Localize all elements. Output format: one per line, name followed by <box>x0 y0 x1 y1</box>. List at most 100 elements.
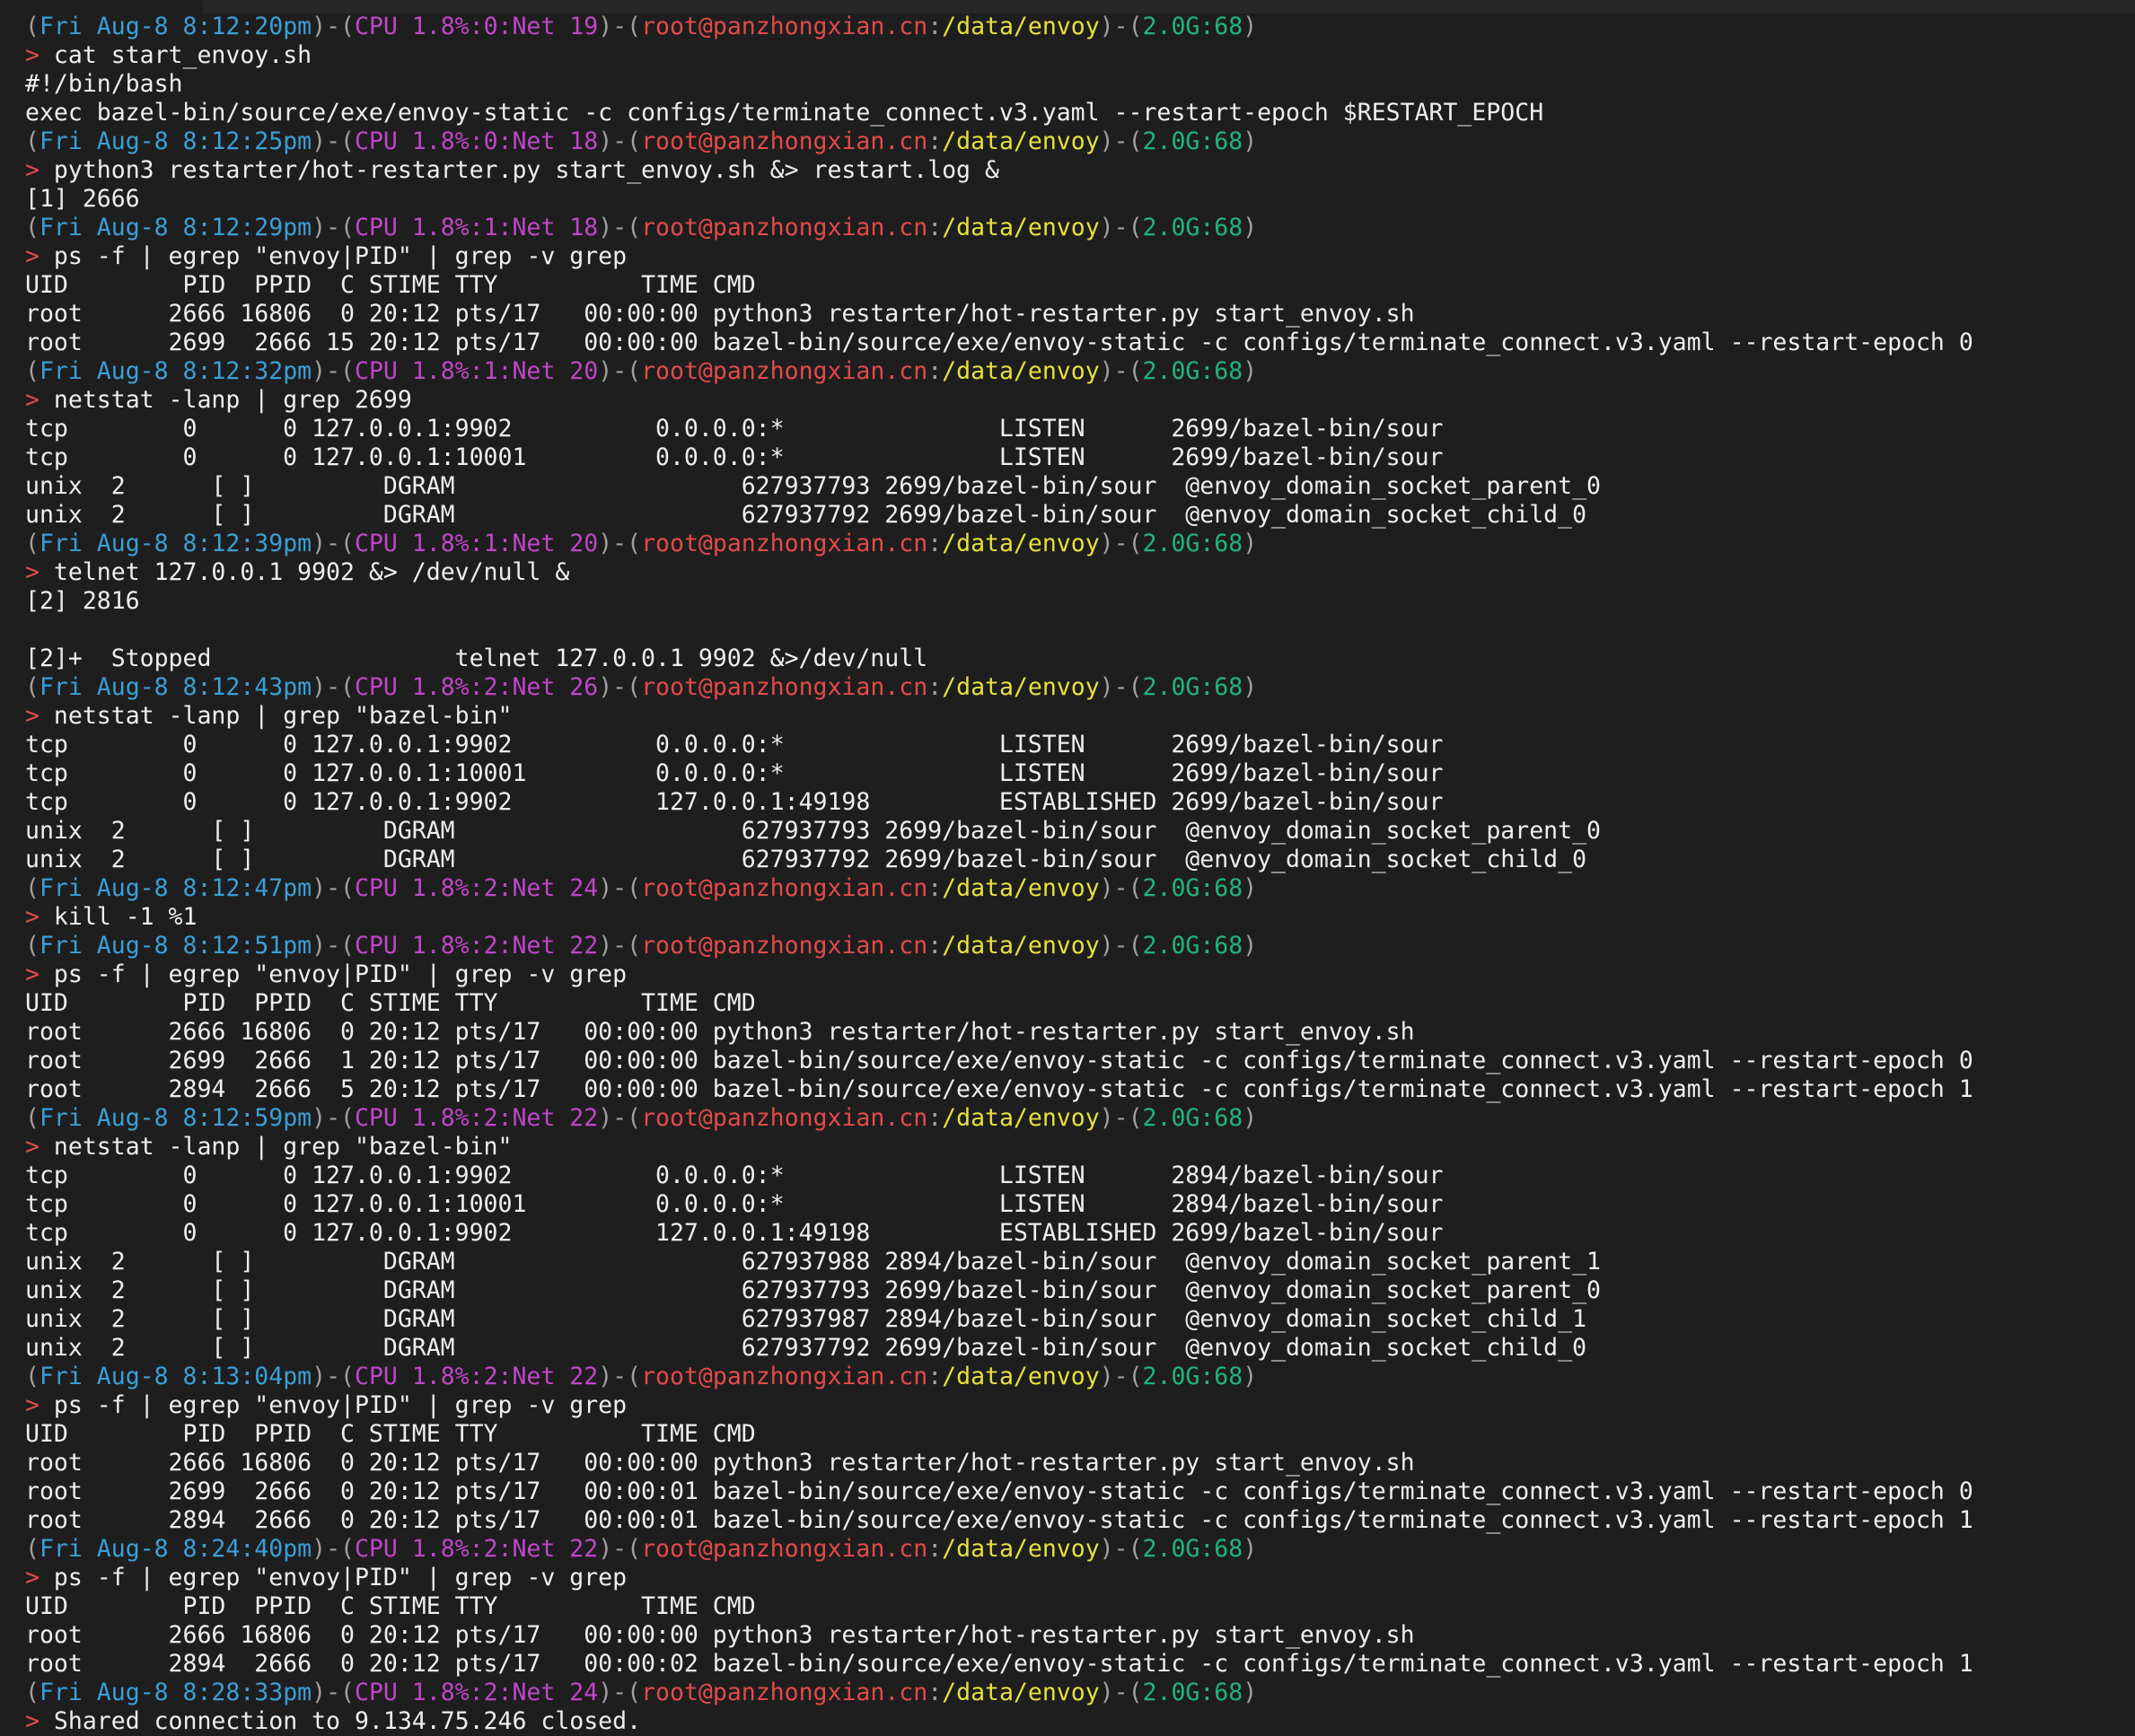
prompt-path: /data/envoy <box>942 874 1100 902</box>
prompt-paren: )-( <box>1099 1535 1143 1563</box>
command-line: > Shared connection to 9.134.75.246 clos… <box>25 1707 1973 1736</box>
output-line: unix 2 [ ] DGRAM 627937988 2894/bazel-bi… <box>25 1248 1973 1276</box>
prompt-paren: ( <box>25 673 40 701</box>
output-text: [2] 2816 <box>25 587 140 615</box>
prompt-mem: 2.0G:68 <box>1142 1679 1243 1706</box>
prompt-cpu-net: CPU 1.8%:1:Net 20 <box>354 530 599 557</box>
output-text: UID PID PPID C STIME TTY TIME CMD <box>25 271 756 299</box>
output-line: root 2666 16806 0 20:12 pts/17 00:00:00 … <box>25 1449 1973 1477</box>
prompt-paren: )-( <box>598 127 642 155</box>
output-text: tcp 0 0 127.0.0.1:10001 0.0.0.0:* LISTEN… <box>25 1190 1444 1218</box>
output-line: UID PID PPID C STIME TTY TIME CMD <box>25 1592 1973 1621</box>
prompt-paren: )-( <box>598 1535 642 1563</box>
prompt-date: Fri Aug-8 8:12:29pm <box>39 214 312 241</box>
output-line: root 2699 2666 15 20:12 pts/17 00:00:00 … <box>25 329 1973 357</box>
command-line: > ps -f | egrep "envoy|PID" | grep -v gr… <box>25 242 1973 271</box>
terminal-output[interactable]: (Fri Aug-8 8:12:20pm)-(CPU 1.8%:0:Net 19… <box>25 13 1973 1736</box>
output-line: tcp 0 0 127.0.0.1:10001 0.0.0.0:* LISTEN… <box>25 1190 1973 1219</box>
prompt-colon: : <box>927 932 943 960</box>
prompt-paren: )-( <box>312 874 355 902</box>
command-line: > ps -f | egrep "envoy|PID" | grep -v gr… <box>25 960 1973 989</box>
output-text: [2]+ Stopped telnet 127.0.0.1 9902 &>/de… <box>25 644 928 672</box>
prompt-path: /data/envoy <box>942 1535 1100 1563</box>
command-line: > cat start_envoy.sh <box>25 41 1973 70</box>
prompt-colon: : <box>927 357 943 385</box>
prompt-paren: )-( <box>1099 673 1143 701</box>
prompt-date: Fri Aug-8 8:12:20pm <box>39 13 312 40</box>
prompt-paren: ( <box>25 1104 40 1132</box>
prompt-caret: > <box>25 156 54 184</box>
output-line: unix 2 [ ] DGRAM 627937792 2699/bazel-bi… <box>25 1334 1973 1363</box>
output-line: root 2894 2666 5 20:12 pts/17 00:00:00 b… <box>25 1075 1973 1104</box>
prompt-path: /data/envoy <box>942 1679 1100 1706</box>
prompt-user-host: root@panzhongxian.cn <box>641 673 928 701</box>
prompt-line: (Fri Aug-8 8:28:33pm)-(CPU 1.8%:2:Net 24… <box>25 1679 1973 1707</box>
output-text: tcp 0 0 127.0.0.1:9902 0.0.0.0:* LISTEN … <box>25 1162 1444 1189</box>
output-text: root 2894 2666 5 20:12 pts/17 00:00:00 b… <box>25 1075 1973 1103</box>
output-line: unix 2 [ ] DGRAM 627937792 2699/bazel-bi… <box>25 501 1973 530</box>
prompt-line: (Fri Aug-8 8:12:51pm)-(CPU 1.8%:2:Net 22… <box>25 932 1973 960</box>
prompt-mem: 2.0G:68 <box>1142 357 1243 385</box>
prompt-date: Fri Aug-8 8:12:51pm <box>39 932 312 960</box>
prompt-caret: > <box>25 242 54 270</box>
prompt-paren: )-( <box>1099 1104 1143 1132</box>
prompt-paren: ) <box>1243 530 1258 557</box>
prompt-caret: > <box>25 1707 54 1735</box>
prompt-date: Fri Aug-8 8:24:40pm <box>39 1535 312 1563</box>
prompt-user-host: root@panzhongxian.cn <box>641 530 928 557</box>
prompt-caret: > <box>25 558 54 586</box>
output-text: tcp 0 0 127.0.0.1:10001 0.0.0.0:* LISTEN… <box>25 759 1444 787</box>
output-text: tcp 0 0 127.0.0.1:9902 127.0.0.1:49198 E… <box>25 788 1444 816</box>
prompt-paren: )-( <box>1099 13 1143 40</box>
prompt-mem: 2.0G:68 <box>1142 874 1243 902</box>
prompt-colon: : <box>927 13 943 40</box>
prompt-paren: )-( <box>598 874 642 902</box>
prompt-cpu-net: CPU 1.8%:2:Net 26 <box>354 673 599 701</box>
prompt-colon: : <box>927 530 943 557</box>
prompt-mem: 2.0G:68 <box>1142 214 1243 241</box>
prompt-paren: )-( <box>598 530 642 557</box>
output-text: root 2699 2666 0 20:12 pts/17 00:00:01 b… <box>25 1477 1973 1505</box>
prompt-paren: )-( <box>1099 214 1143 241</box>
prompt-user-host: root@panzhongxian.cn <box>641 1679 928 1706</box>
prompt-date: Fri Aug-8 8:12:47pm <box>39 874 312 902</box>
prompt-caret: > <box>25 960 54 988</box>
output-line: UID PID PPID C STIME TTY TIME CMD <box>25 989 1973 1018</box>
output-text: tcp 0 0 127.0.0.1:9902 0.0.0.0:* LISTEN … <box>25 731 1444 758</box>
output-text: unix 2 [ ] DGRAM 627937792 2699/bazel-bi… <box>25 846 1587 873</box>
prompt-paren: )-( <box>1099 530 1143 557</box>
output-line: [2] 2816 <box>25 587 1973 616</box>
command-text: python3 restarter/hot-restarter.py start… <box>53 156 999 184</box>
command-text: ps -f | egrep "envoy|PID" | grep -v grep <box>53 960 628 988</box>
output-text: unix 2 [ ] DGRAM 627937793 2699/bazel-bi… <box>25 472 1601 500</box>
output-line: unix 2 [ ] DGRAM 627937793 2699/bazel-bi… <box>25 1276 1973 1305</box>
prompt-paren: ) <box>1243 932 1258 960</box>
prompt-paren: ( <box>25 214 40 241</box>
prompt-path: /data/envoy <box>942 13 1100 40</box>
command-text: cat start_envoy.sh <box>53 41 312 69</box>
command-text: ps -f | egrep "envoy|PID" | grep -v grep <box>53 1564 628 1591</box>
prompt-paren: )-( <box>312 214 355 241</box>
output-text: UID PID PPID C STIME TTY TIME CMD <box>25 1420 756 1448</box>
output-text: tcp 0 0 127.0.0.1:10001 0.0.0.0:* LISTEN… <box>25 443 1444 471</box>
prompt-user-host: root@panzhongxian.cn <box>641 1535 928 1563</box>
output-line: UID PID PPID C STIME TTY TIME CMD <box>25 1420 1973 1449</box>
prompt-path: /data/envoy <box>942 932 1100 960</box>
command-line: > netstat -lanp | grep 2699 <box>25 386 1973 415</box>
output-line: tcp 0 0 127.0.0.1:9902 0.0.0.0:* LISTEN … <box>25 1162 1973 1190</box>
output-line: root 2666 16806 0 20:12 pts/17 00:00:00 … <box>25 300 1973 329</box>
prompt-colon: : <box>927 1679 943 1706</box>
prompt-line: (Fri Aug-8 8:12:20pm)-(CPU 1.8%:0:Net 19… <box>25 13 1973 41</box>
output-line: #!/bin/bash <box>25 70 1973 99</box>
output-line: root 2699 2666 0 20:12 pts/17 00:00:01 b… <box>25 1477 1973 1506</box>
prompt-paren: ) <box>1243 673 1258 701</box>
prompt-line: (Fri Aug-8 8:24:40pm)-(CPU 1.8%:2:Net 22… <box>25 1535 1973 1564</box>
prompt-paren: ) <box>1243 13 1258 40</box>
prompt-mem: 2.0G:68 <box>1142 127 1243 155</box>
command-text: kill -1 %1 <box>53 903 198 931</box>
output-text: root 2699 2666 1 20:12 pts/17 00:00:00 b… <box>25 1047 1973 1074</box>
output-line: root 2894 2666 0 20:12 pts/17 00:00:01 b… <box>25 1506 1973 1535</box>
prompt-colon: : <box>927 127 943 155</box>
output-text: unix 2 [ ] DGRAM 627937793 2699/bazel-bi… <box>25 817 1601 845</box>
